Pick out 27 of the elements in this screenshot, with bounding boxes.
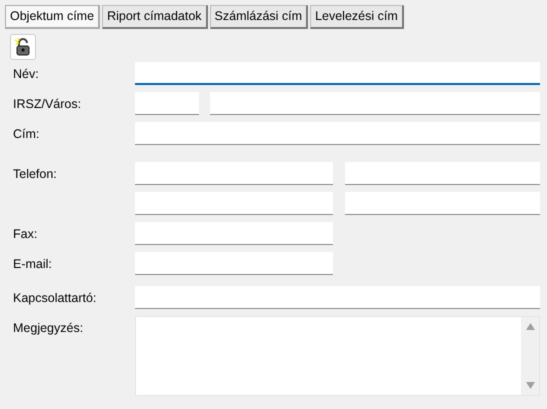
field-label: E-mail: xyxy=(13,256,53,273)
input-field[interactable] xyxy=(135,222,333,245)
input-field[interactable] xyxy=(135,162,333,185)
tab[interactable]: Riport címadatok xyxy=(102,5,208,29)
field-label: Cím: xyxy=(13,126,40,143)
input-field[interactable] xyxy=(135,286,540,309)
tab[interactable]: Objektum címe xyxy=(5,5,100,29)
field-label: Megjegyzés: xyxy=(13,320,84,337)
tab[interactable]: Számlázási cím xyxy=(210,5,308,29)
input-field[interactable] xyxy=(345,162,540,185)
input-field[interactable] xyxy=(135,192,333,215)
field-label: IRSZ/Város: xyxy=(13,96,82,113)
input-field[interactable] xyxy=(135,122,540,145)
field-label: Fax: xyxy=(13,226,38,243)
lock-button[interactable] xyxy=(10,34,36,60)
field-label: Név: xyxy=(13,66,40,83)
scroll-down-icon[interactable] xyxy=(526,382,534,389)
input-field[interactable] xyxy=(345,192,540,215)
input-field[interactable] xyxy=(135,92,199,115)
padlock-icon xyxy=(14,37,32,57)
field-label: Kapcsolattartó: xyxy=(13,290,98,307)
scroll-up-icon[interactable] xyxy=(526,323,534,330)
field-label: Telefon: xyxy=(13,166,58,183)
input-field[interactable] xyxy=(135,62,540,85)
input-field[interactable] xyxy=(210,92,540,115)
input-field[interactable] xyxy=(135,252,333,275)
tab[interactable]: Levelezési cím xyxy=(310,5,404,29)
